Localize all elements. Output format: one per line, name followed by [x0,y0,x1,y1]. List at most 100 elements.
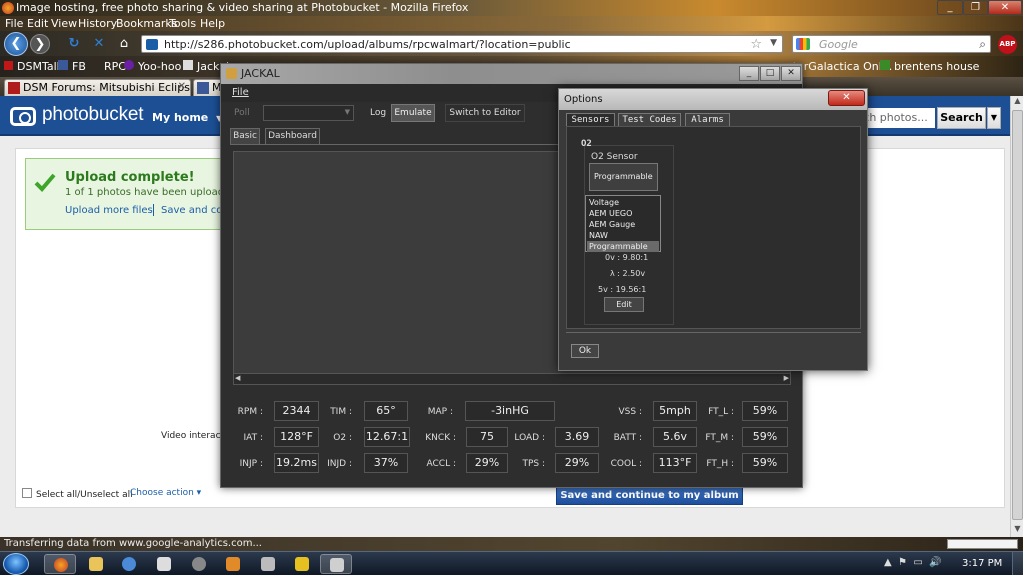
search-bar[interactable]: Google ⌕ [792,35,991,53]
scroll-up-icon[interactable]: ▲ [1011,96,1023,109]
log-label[interactable]: Log [370,108,386,118]
photobucket-search-button[interactable]: Search [937,107,986,129]
search-dropdown-icon[interactable]: ▼ [987,107,1001,129]
taskbar-jackal[interactable] [320,554,352,574]
tab-dsm-forums[interactable]: DSM Forums: Mitsubishi Eclipse, Pl... ✕ [4,79,191,96]
taskbar-app-5[interactable] [183,554,215,574]
start-button[interactable] [3,553,29,575]
gauge-label-vss: VSS : [618,407,642,417]
upload-more-link[interactable]: Upload more files [65,205,153,216]
reload-icon[interactable]: ↻ [64,34,84,54]
o2-option-aem-gauge[interactable]: AEM Gauge [587,219,659,230]
o2-readout-5v: 5v : 19.56:1 [598,285,647,294]
home-icon[interactable]: ⌂ [114,34,134,54]
menu-help[interactable]: Help [200,17,225,30]
bookmark-yoohoo[interactable]: Yoo-hoo! [124,60,186,73]
navigation-toolbar: ❮ ❯ ↻ ✕ ⌂ http://s286.photobucket.com/up… [0,31,1023,56]
minimize-button[interactable]: _ [937,0,963,15]
taskbar-explorer[interactable] [80,554,112,574]
save-continue-button[interactable]: Save and continue to my album [556,485,743,505]
menu-file[interactable]: File [5,17,23,30]
save-and-continue-link[interactable]: Save and cor [161,205,226,216]
page-scrollbar[interactable]: ▲ ▼ [1010,96,1023,537]
select-all-checkbox[interactable] [22,488,32,498]
jackal-maximize-button[interactable]: □ [760,66,780,81]
jackal-titlebar[interactable]: JACKAL _ □ ✕ [221,64,802,84]
gauge-label-accl: ACCL : [426,459,456,469]
tab-alarms[interactable]: Alarms [685,113,730,126]
my-home-link[interactable]: My home ▼ [152,111,222,124]
back-icon[interactable]: ❮ [4,32,28,56]
bookmark-rpc[interactable]: RPC [104,60,126,73]
show-desktop-button[interactable] [1012,552,1023,575]
tab-basic[interactable]: Basic [230,128,260,144]
options-close-button[interactable]: ✕ [828,90,865,106]
adblock-icon[interactable]: ABP [998,35,1017,54]
scroll-thumb[interactable] [1012,110,1023,520]
stop-icon[interactable]: ✕ [89,34,109,54]
url-bar[interactable]: http://s286.photobucket.com/upload/album… [141,35,783,53]
bookmark-star-icon[interactable]: ☆ [750,37,762,52]
tab-facebook[interactable]: M [193,79,223,96]
gauge-label-load: LOAD : [514,433,545,443]
o2-option-programmable[interactable]: Programmable [587,241,659,252]
menu-edit[interactable]: Edit [27,17,48,30]
yahoo-icon [124,60,134,70]
media-player-icon [226,557,240,571]
tab-dashboard[interactable]: Dashboard [265,128,320,144]
o2-readout-lambda: λ : 2.50v [610,269,646,278]
close-button[interactable]: ✕ [988,0,1022,15]
search-icon[interactable]: ⌕ [979,37,986,52]
o2-option-naw[interactable]: NAW [587,230,659,241]
gauge-value-ft-m: 59% [742,427,788,447]
emulate-button[interactable]: Emulate [391,104,435,122]
url-dropdown-icon[interactable]: ▼ [770,38,777,48]
tab-test-codes[interactable]: Test Codes [618,113,681,126]
restore-button[interactable]: ❐ [963,0,988,15]
menu-tools[interactable]: Tools [169,17,196,30]
jackal-minimize-button[interactable]: _ [739,66,759,81]
select-all[interactable]: Select all/Unselect all [22,488,133,500]
o2-option-voltage[interactable]: Voltage [587,197,659,208]
clock[interactable]: 3:17 PM [962,558,1002,569]
gauge-value-rpm: 2344 [274,401,319,421]
forward-icon[interactable]: ❯ [30,34,50,54]
jackal-hscrollbar[interactable]: ◀ ▶ [233,373,791,385]
gauge-value-knck: 75 [466,427,508,447]
tab-sensors[interactable]: Sensors [566,113,615,126]
taskbar-firefox[interactable] [44,554,76,574]
jackal-icon [330,558,344,572]
taskbar-media-player[interactable] [217,554,249,574]
jackal-close-button[interactable]: ✕ [781,66,801,81]
close-tab-icon[interactable]: ✕ [178,81,186,92]
taskbar-app-3[interactable] [113,554,145,574]
taskbar-app-7[interactable] [252,554,284,574]
bookmark-dsmtalk[interactable]: DSMTalk [4,60,63,73]
scroll-left-icon[interactable]: ◀ [235,374,240,382]
menu-history[interactable]: History [78,17,117,30]
taskbar-app-8[interactable] [286,554,318,574]
menu-view[interactable]: View [51,17,77,30]
options-titlebar[interactable]: Options ✕ [559,89,867,110]
ok-button[interactable]: Ok [571,344,599,358]
photobucket-logo-icon[interactable] [10,107,36,126]
system-tray[interactable]: ▲ ⚑ ▭ 🔊 [884,557,942,568]
jackal-menu-file[interactable]: File [232,87,249,98]
jackal-app-icon [226,68,237,79]
gauge-value-o2: 12.67:1 [364,427,410,447]
o2-edit-button[interactable]: Edit [604,297,644,312]
scroll-down-icon[interactable]: ▼ [1011,524,1023,537]
facebook-icon [197,82,209,94]
bookmark-fb[interactable]: FB [58,60,86,73]
scroll-right-icon[interactable]: ▶ [784,374,789,382]
bookmark-brentens-house[interactable]: brentens house [880,60,979,73]
o2-option-aem-uego[interactable]: AEM UEGO [587,208,659,219]
poll-select[interactable] [263,105,354,121]
choose-action-dropdown[interactable]: Choose action ▾ [130,488,201,498]
taskbar-app-4[interactable] [148,554,180,574]
app-icon [192,557,206,571]
o2-sensor-dropdown[interactable]: Programmable ▼ [589,163,658,207]
switch-to-editor-button[interactable]: Switch to Editor [445,104,525,122]
gauge-label-injp: INJP : [239,459,263,469]
photobucket-logo[interactable]: photobucket [42,104,144,126]
